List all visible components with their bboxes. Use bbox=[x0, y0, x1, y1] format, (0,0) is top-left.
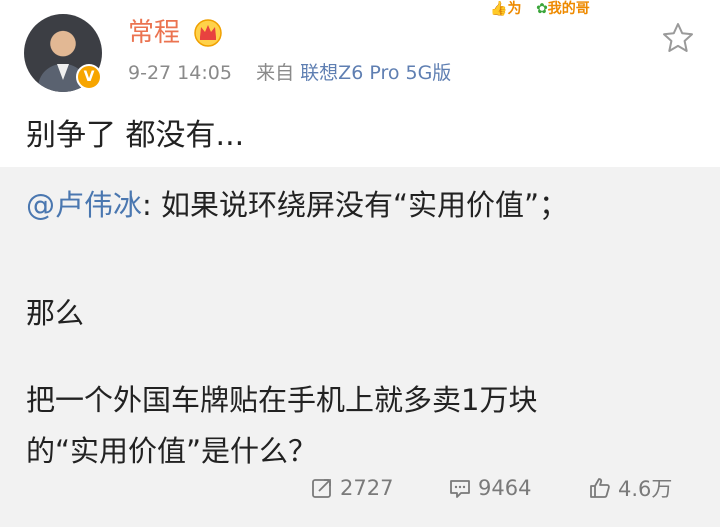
badge-text-b: 我的哥 bbox=[547, 1, 590, 17]
like-count: 4.6万 bbox=[618, 477, 673, 501]
favorite-star-icon[interactable] bbox=[660, 20, 696, 56]
crown-icon bbox=[194, 19, 222, 47]
thumbs-up-icon bbox=[590, 478, 610, 498]
comment-count: 9464 bbox=[478, 476, 532, 500]
source-prefix: 来自 bbox=[256, 62, 295, 84]
repost-line-2: 那么 bbox=[26, 296, 85, 330]
repost-count: 2727 bbox=[340, 476, 394, 500]
username[interactable]: 常程 bbox=[128, 16, 180, 50]
mention-link[interactable]: @卢伟冰 bbox=[26, 188, 142, 222]
repost-icon bbox=[312, 479, 331, 498]
repost-button[interactable]: 2727 bbox=[310, 471, 393, 505]
badge-text-a: 为 bbox=[507, 1, 522, 17]
repost-line-4: 的“实用价值”是什么？ bbox=[26, 434, 318, 468]
repost-line-1-text: : 如果说环绕屏没有“实用价值”； bbox=[142, 188, 569, 222]
repost-line-3: 把一个外国车牌贴在手机上就多卖1万块 bbox=[26, 383, 538, 417]
post-meta: 9-27 14:05 来自 联想Z6 Pro 5G版 bbox=[128, 60, 451, 86]
timestamp: 9-27 14:05 bbox=[128, 62, 232, 84]
source-device[interactable]: 联想Z6 Pro 5G版 bbox=[300, 62, 451, 84]
fan-badge: 👍为 ✿我的哥 bbox=[490, 1, 590, 17]
like-button[interactable]: 4.6万 bbox=[588, 471, 672, 505]
repost-line-1: @卢伟冰: 如果说环绕屏没有“实用价值”； bbox=[26, 185, 568, 225]
comment-icon bbox=[450, 480, 470, 498]
repost-card[interactable]: @卢伟冰: 如果说环绕屏没有“实用价值”； 那么 把一个外国车牌贴在手机上就多卖… bbox=[0, 167, 720, 527]
post-text: 别争了 都没有... bbox=[26, 118, 245, 153]
comment-button[interactable]: 9464 bbox=[448, 471, 531, 505]
post-header: V 常程 9-27 14:05 来自 联想Z6 Pro 5G版 👍为 ✿我的哥 bbox=[0, 0, 720, 108]
verified-badge-icon: V bbox=[76, 64, 102, 90]
